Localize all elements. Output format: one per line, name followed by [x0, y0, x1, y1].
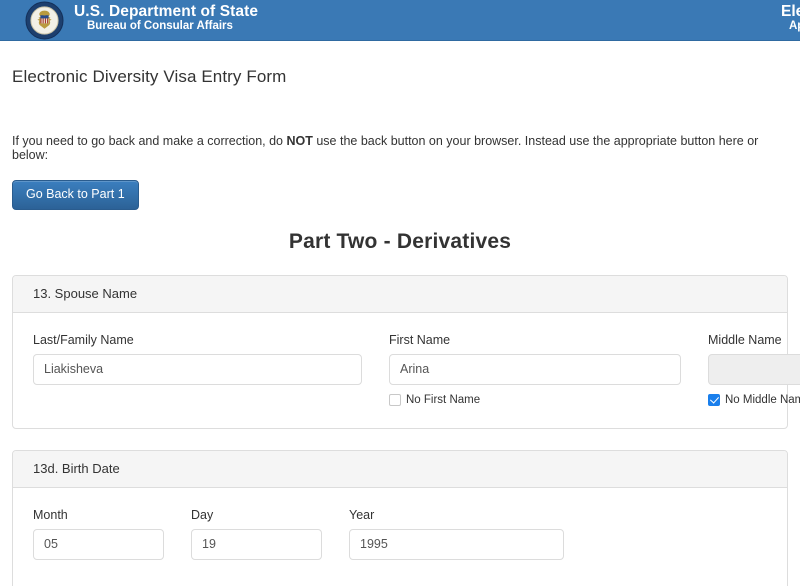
org-name: U.S. Department of State — [74, 3, 259, 20]
birth-date-panel-heading: 13d. Birth Date — [13, 450, 787, 488]
birth-day-field-group: Day — [191, 508, 349, 560]
brand-block: U.S. Department of State Bureau of Consu… — [74, 3, 258, 33]
part-two-heading: Part Two - Derivatives — [288, 229, 512, 253]
masthead-right-title: Ele Ap — [781, 3, 800, 33]
first-name-field-group: First Name No First Name — [389, 333, 708, 406]
last-name-label: Last/Family Name — [33, 332, 134, 347]
spouse-name-row: Last/Family Name First Name No First Nam… — [33, 333, 800, 406]
first-name-label: First Name — [389, 332, 451, 347]
middle-name-label: Middle Name — [708, 332, 782, 347]
no-first-name-checkbox[interactable] — [389, 393, 401, 406]
last-name-input[interactable] — [33, 353, 362, 385]
page-container: Electronic Diversity Visa Entry Form If … — [0, 41, 800, 586]
birth-year-field-group: Year — [349, 508, 591, 560]
us-department-of-state-seal-icon — [25, 1, 64, 40]
spouse-name-panel-body: Last/Family Name First Name No First Nam… — [13, 313, 800, 428]
middle-name-field-group: Middle Name No Middle Name — [708, 333, 800, 406]
birth-day-input[interactable] — [191, 528, 322, 560]
birth-year-input[interactable] — [349, 528, 564, 560]
birth-date-panel-body: Month Day Year — [13, 488, 787, 586]
page-title: Electronic Diversity Visa Entry Form — [12, 67, 287, 86]
last-name-field-group: Last/Family Name — [33, 333, 389, 406]
no-middle-name-checkbox[interactable] — [708, 393, 720, 406]
birth-year-label: Year — [349, 507, 375, 522]
birth-month-input[interactable] — [33, 528, 164, 560]
masthead-right-line1: Ele — [781, 3, 800, 20]
spouse-name-panel-heading: 13. Spouse Name — [13, 275, 787, 313]
birth-day-label: Day — [191, 507, 214, 522]
go-back-to-part-1-button[interactable]: Go Back to Part 1 — [12, 180, 139, 210]
birth-month-field-group: Month — [33, 508, 191, 560]
birth-month-label: Month — [33, 507, 68, 522]
spouse-name-panel: 13. Spouse Name Last/Family Name First N… — [12, 274, 800, 429]
org-subtitle: Bureau of Consular Affairs — [87, 20, 233, 33]
no-first-name-checkline: No First Name — [389, 393, 681, 406]
masthead-right-line2: Ap — [789, 20, 800, 33]
birth-date-panel: 13d. Birth Date Month Day Year — [12, 449, 788, 586]
birth-date-row: Month Day Year — [33, 508, 767, 560]
site-masthead: U.S. Department of State Bureau of Consu… — [0, 0, 800, 41]
notice-text-bold: NOT — [286, 134, 313, 148]
no-middle-name-label[interactable]: No Middle Name — [725, 394, 800, 406]
no-middle-name-checkline: No Middle Name — [708, 393, 800, 406]
no-first-name-label[interactable]: No First Name — [406, 394, 480, 406]
back-button-notice: If you need to go back and make a correc… — [12, 87, 788, 162]
first-name-input[interactable] — [389, 353, 681, 385]
notice-text-before: If you need to go back and make a correc… — [12, 134, 287, 148]
panel-bottom-spacer — [33, 560, 767, 572]
middle-name-input — [708, 353, 800, 385]
